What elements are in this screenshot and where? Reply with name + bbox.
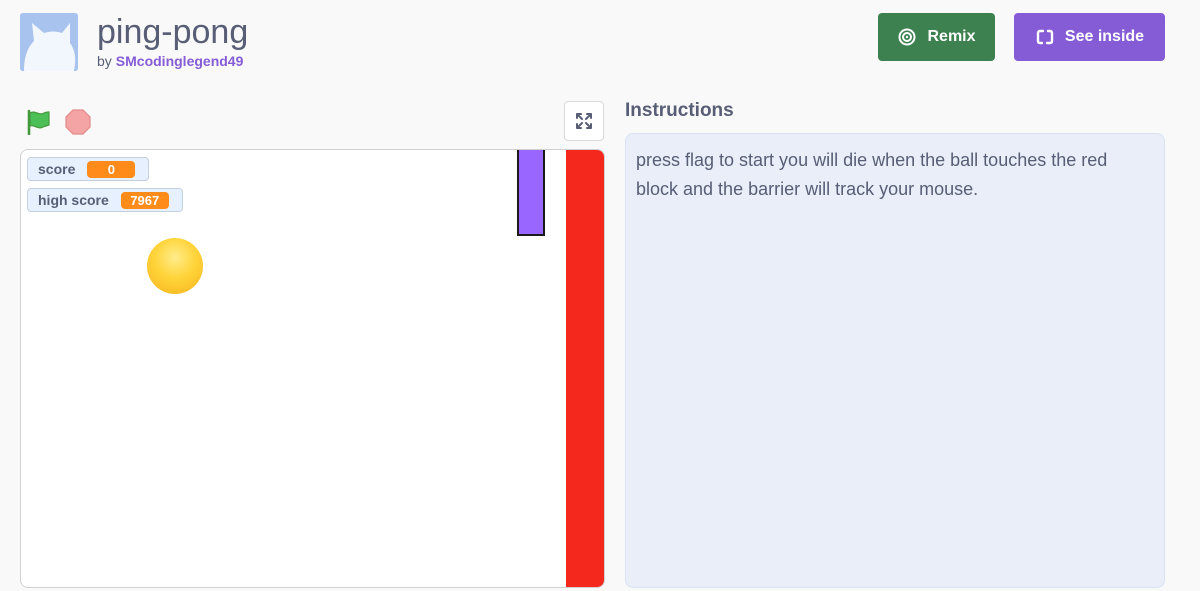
author-link[interactable]: SMcodinglegend49 [116, 53, 244, 69]
remix-button[interactable]: Remix [878, 13, 995, 61]
fullscreen-button[interactable] [564, 101, 604, 141]
fullscreen-icon [576, 113, 592, 129]
remix-label: Remix [927, 28, 976, 45]
ball-sprite [147, 238, 203, 294]
game-stage[interactable]: score 0 high score 7967 [20, 149, 605, 588]
monitor-label: high score [38, 192, 109, 208]
red-wall-sprite [566, 150, 604, 587]
stop-sign-icon[interactable] [65, 109, 91, 135]
instructions-heading: Instructions [625, 100, 734, 121]
see-inside-label: See inside [1064, 28, 1145, 45]
monitor-label: score [38, 161, 76, 177]
score-monitor: score 0 [27, 157, 149, 181]
project-thumbnail[interactable] [20, 13, 78, 71]
high-score-monitor: high score 7967 [27, 188, 183, 212]
project-title: ping-pong [97, 13, 249, 51]
see-inside-icon [1036, 29, 1054, 45]
green-flag-icon[interactable] [26, 109, 52, 135]
monitor-value: 0 [87, 160, 136, 178]
project-byline: by SMcodinglegend49 [97, 53, 243, 69]
instructions-text: press flag to start you will die when th… [625, 133, 1165, 588]
monitor-value: 7967 [120, 191, 169, 209]
remix-icon [898, 28, 916, 46]
see-inside-button[interactable]: See inside [1014, 13, 1165, 61]
scratch-cat-icon [20, 13, 78, 71]
by-label: by [97, 53, 112, 69]
paddle-sprite [517, 150, 545, 236]
